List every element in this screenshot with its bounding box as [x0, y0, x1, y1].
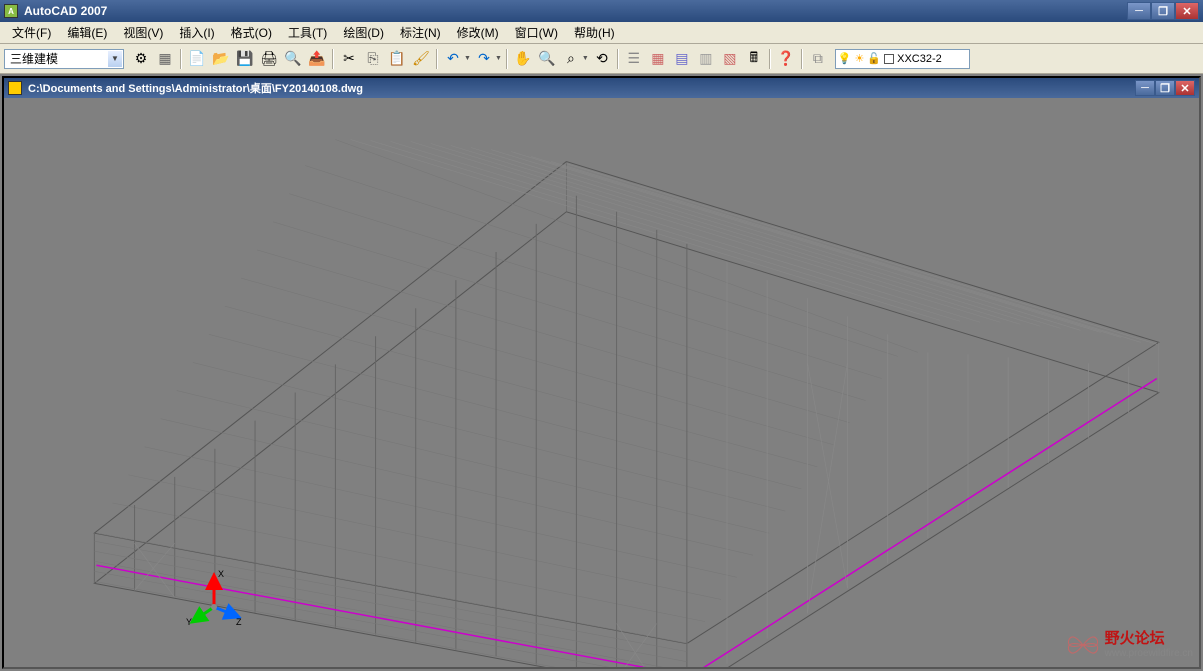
- zoom-realtime-icon[interactable]: 🔍: [536, 48, 558, 70]
- separator: [180, 49, 182, 69]
- doc-maximize-button[interactable]: ❐: [1155, 80, 1175, 96]
- menu-help[interactable]: 帮助(H): [566, 22, 623, 43]
- save-icon[interactable]: 💾: [234, 48, 256, 70]
- main-toolbar: 三维建模 ▼ ⚙ ▦ 📄 📂 💾 🖨 🔍 📤 ✂ ⎘ 📋 🖌 ↶▼ ↷▼ ✋ 🔍…: [0, 44, 1203, 74]
- model-wireframe: [4, 98, 1199, 667]
- workspace-settings-icon[interactable]: ▦: [154, 48, 176, 70]
- close-button[interactable]: ✕: [1175, 2, 1199, 20]
- menu-insert[interactable]: 插入(I): [171, 22, 222, 43]
- pan-icon[interactable]: ✋: [512, 48, 534, 70]
- maximize-button[interactable]: ❐: [1151, 2, 1175, 20]
- menu-dimension[interactable]: 标注(N): [392, 22, 449, 43]
- minimize-button[interactable]: ─: [1127, 2, 1151, 20]
- dwg-icon: [8, 81, 22, 95]
- open-file-icon[interactable]: 📂: [210, 48, 232, 70]
- window-titlebar: A AutoCAD 2007 ─ ❐ ✕: [0, 0, 1203, 22]
- zoom-window-icon[interactable]: ⌕: [560, 48, 582, 70]
- butterfly-icon: [1065, 627, 1101, 663]
- app-icon: A: [4, 4, 18, 18]
- chevron-down-icon: ▼: [108, 51, 122, 67]
- workspace-label: 三维建模: [6, 50, 108, 67]
- separator: [801, 49, 803, 69]
- menu-view[interactable]: 视图(V): [115, 22, 171, 43]
- match-prop-icon[interactable]: 🖌: [410, 48, 432, 70]
- doc-minimize-button[interactable]: ─: [1135, 80, 1155, 96]
- zoom-previous-icon[interactable]: ⟲: [591, 48, 613, 70]
- menu-edit[interactable]: 编辑(E): [59, 22, 115, 43]
- menu-tools[interactable]: 工具(T): [280, 22, 335, 43]
- layer-combo[interactable]: 💡 ☀ 🔓: [835, 49, 970, 69]
- properties-icon[interactable]: ☰: [623, 48, 645, 70]
- mdi-client-area: C:\Documents and Settings\Administrator\…: [0, 74, 1203, 671]
- cut-icon[interactable]: ✂: [338, 48, 360, 70]
- design-center-icon[interactable]: ▦: [647, 48, 669, 70]
- workspace-selector[interactable]: 三维建模 ▼: [4, 49, 124, 69]
- paste-icon[interactable]: 📋: [386, 48, 408, 70]
- separator: [617, 49, 619, 69]
- menu-file[interactable]: 文件(F): [4, 22, 59, 43]
- copy-icon[interactable]: ⎘: [362, 48, 384, 70]
- app-title: AutoCAD 2007: [24, 4, 1127, 18]
- sheet-set-icon[interactable]: ▥: [695, 48, 717, 70]
- layer-color-swatch: [884, 54, 894, 64]
- separator: [769, 49, 771, 69]
- sun-icon: ☀: [855, 52, 865, 65]
- separator: [436, 49, 438, 69]
- menu-window[interactable]: 窗口(W): [507, 22, 566, 43]
- menu-modify[interactable]: 修改(M): [449, 22, 507, 43]
- separator: [506, 49, 508, 69]
- layer-properties-icon[interactable]: ⧉: [807, 48, 829, 70]
- quickcalc-icon[interactable]: 🖩: [743, 48, 765, 70]
- watermark-name: 野火论坛: [1105, 630, 1193, 648]
- markup-icon[interactable]: ▧: [719, 48, 741, 70]
- document-path: C:\Documents and Settings\Administrator\…: [28, 80, 1135, 96]
- gear-icon[interactable]: ⚙: [130, 48, 152, 70]
- menu-draw[interactable]: 绘图(D): [335, 22, 392, 43]
- drawing-canvas[interactable]: X Y Z: [4, 98, 1199, 667]
- menu-format[interactable]: 格式(O): [223, 22, 280, 43]
- menubar: 文件(F) 编辑(E) 视图(V) 插入(I) 格式(O) 工具(T) 绘图(D…: [0, 22, 1203, 44]
- redo-icon[interactable]: ↷: [473, 48, 495, 70]
- doc-close-button[interactable]: ✕: [1175, 80, 1195, 96]
- tool-palette-icon[interactable]: ▤: [671, 48, 693, 70]
- layer-name-input[interactable]: [897, 53, 967, 65]
- lock-icon: 🔓: [867, 52, 881, 65]
- print-preview-icon[interactable]: 🔍: [282, 48, 304, 70]
- help-icon[interactable]: ❓: [775, 48, 797, 70]
- print-icon[interactable]: 🖨: [258, 48, 280, 70]
- document-window: C:\Documents and Settings\Administrator\…: [2, 76, 1201, 669]
- watermark-url: www.proewildfire.cn: [1105, 648, 1193, 660]
- lightbulb-icon: 💡: [838, 52, 852, 65]
- new-file-icon[interactable]: 📄: [186, 48, 208, 70]
- publish-icon[interactable]: 📤: [306, 48, 328, 70]
- document-titlebar[interactable]: C:\Documents and Settings\Administrator\…: [4, 78, 1199, 98]
- watermark: 野火论坛 www.proewildfire.cn: [1065, 627, 1193, 663]
- undo-icon[interactable]: ↶: [442, 48, 464, 70]
- separator: [332, 49, 334, 69]
